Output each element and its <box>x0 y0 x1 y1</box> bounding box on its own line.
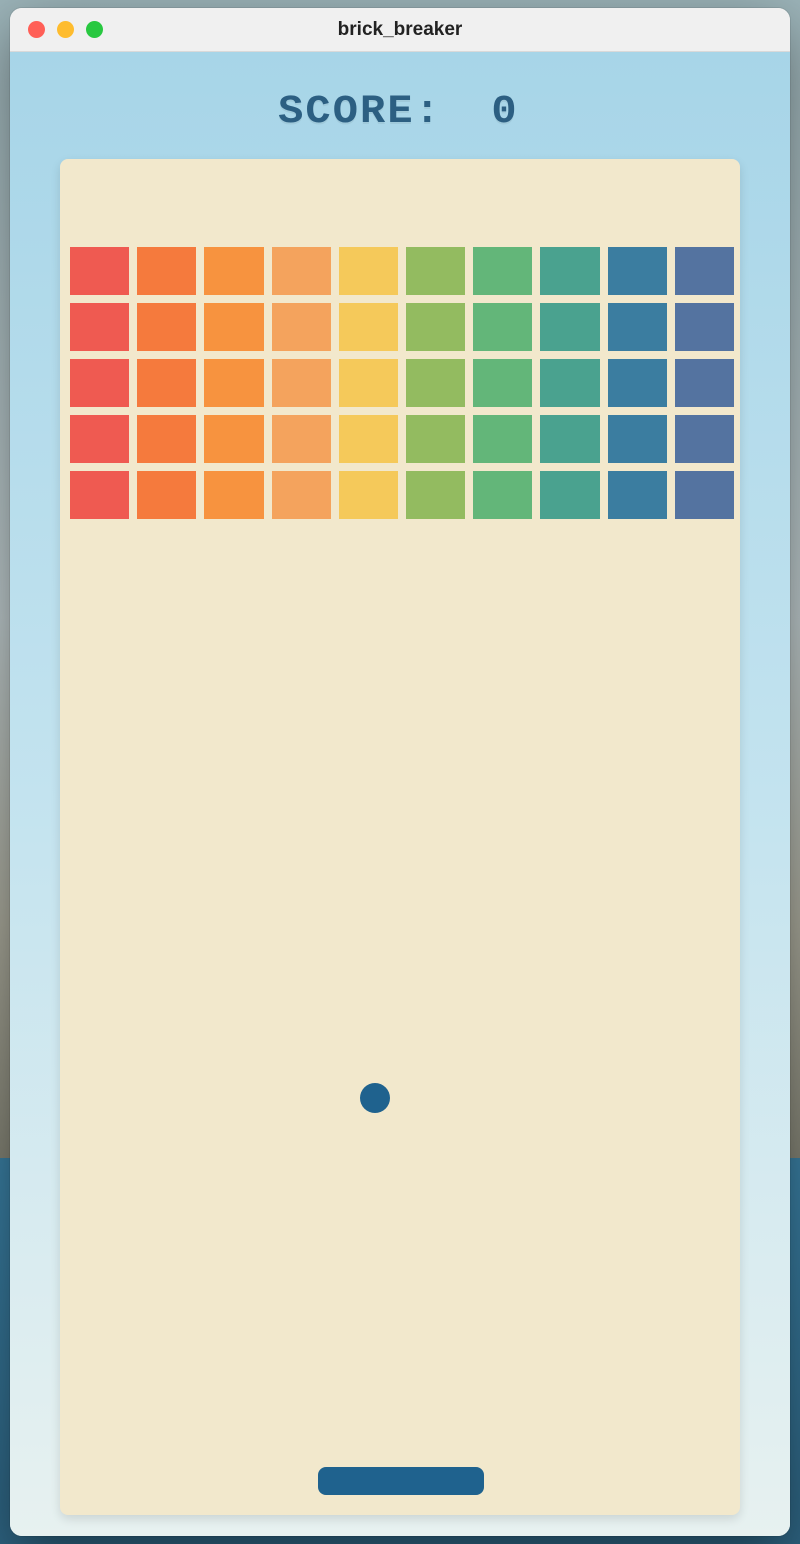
score-value: 0 <box>491 90 518 135</box>
brick <box>406 247 465 295</box>
brick <box>70 471 129 519</box>
brick <box>272 303 331 351</box>
brick <box>675 359 734 407</box>
brick <box>406 303 465 351</box>
brick <box>272 471 331 519</box>
brick <box>339 415 398 463</box>
traffic-lights <box>10 21 103 38</box>
brick <box>339 303 398 351</box>
brick <box>137 415 196 463</box>
brick <box>608 359 667 407</box>
brick <box>406 359 465 407</box>
brick <box>473 471 532 519</box>
game-board[interactable] <box>60 159 740 1515</box>
minimize-window-button[interactable] <box>57 21 74 38</box>
brick <box>675 415 734 463</box>
brick <box>70 247 129 295</box>
brick <box>473 415 532 463</box>
brick <box>272 247 331 295</box>
titlebar[interactable]: brick_breaker <box>10 8 790 52</box>
brick <box>540 471 599 519</box>
brick <box>204 359 263 407</box>
brick <box>473 303 532 351</box>
brick <box>406 415 465 463</box>
brick <box>204 471 263 519</box>
brick <box>473 359 532 407</box>
brick <box>675 471 734 519</box>
brick <box>540 303 599 351</box>
brick <box>540 359 599 407</box>
brick <box>339 247 398 295</box>
brick <box>339 359 398 407</box>
brick <box>675 303 734 351</box>
brick <box>70 303 129 351</box>
brick <box>137 359 196 407</box>
brick <box>272 415 331 463</box>
game-area[interactable]: SCORE: 0 <box>10 52 790 1536</box>
brick <box>473 247 532 295</box>
brick <box>137 303 196 351</box>
app-window: brick_breaker SCORE: 0 <box>10 8 790 1536</box>
maximize-window-button[interactable] <box>86 21 103 38</box>
brick-grid <box>70 247 734 519</box>
brick <box>608 471 667 519</box>
close-window-button[interactable] <box>28 21 45 38</box>
brick <box>70 415 129 463</box>
brick <box>204 415 263 463</box>
brick <box>540 247 599 295</box>
brick <box>137 247 196 295</box>
brick <box>608 247 667 295</box>
brick <box>339 471 398 519</box>
brick <box>137 471 196 519</box>
brick <box>608 415 667 463</box>
brick <box>540 415 599 463</box>
brick <box>272 359 331 407</box>
brick <box>70 359 129 407</box>
brick <box>608 303 667 351</box>
paddle[interactable] <box>318 1467 484 1495</box>
window-title: brick_breaker <box>10 19 790 41</box>
brick <box>675 247 734 295</box>
ball <box>360 1083 390 1113</box>
brick <box>406 471 465 519</box>
score-label: SCORE: <box>278 90 442 135</box>
brick <box>204 247 263 295</box>
brick <box>204 303 263 351</box>
score-display: SCORE: 0 <box>282 52 518 159</box>
